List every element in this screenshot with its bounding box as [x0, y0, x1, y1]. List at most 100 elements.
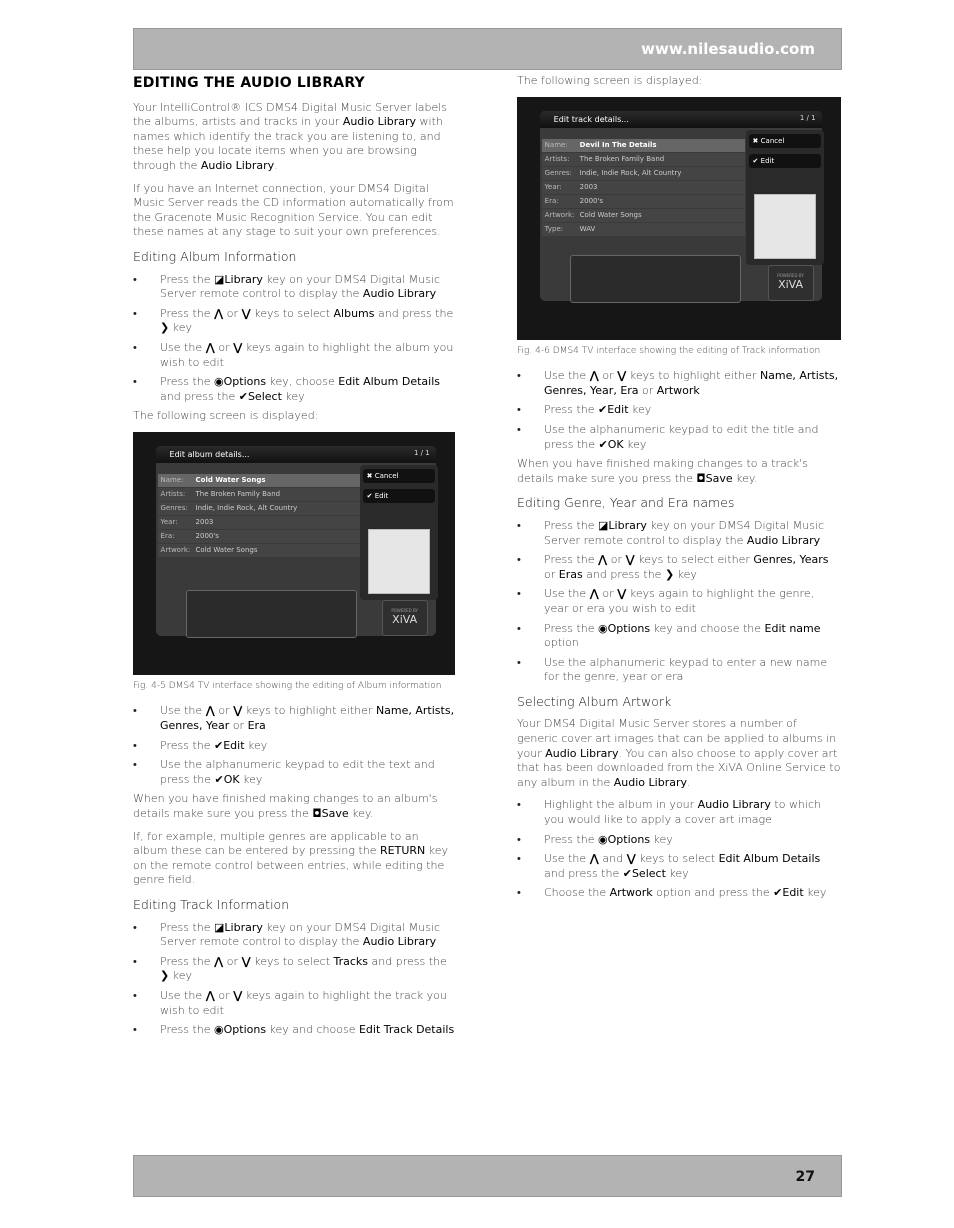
key-term: Edit Track Details	[358, 1023, 455, 1037]
text: option and press the	[652, 886, 774, 900]
key-term: Audio Library	[613, 775, 687, 789]
key-term: Audio Library	[746, 533, 821, 547]
cancel-button: ✖ Cancel	[748, 134, 821, 149]
check-icon: ✔	[773, 886, 783, 900]
key-term: Library	[608, 518, 647, 532]
dialog-title: Edit track details...	[539, 111, 822, 129]
text: key.	[732, 471, 758, 485]
key-term: Albums	[333, 306, 375, 320]
key-term: Options	[223, 375, 267, 389]
field-row: Year: 2003	[541, 181, 745, 195]
check-icon: ✔	[598, 403, 608, 417]
field-row: Era: 2000's	[157, 530, 361, 544]
field-value: 2003	[579, 183, 598, 192]
text: Press the	[544, 553, 598, 567]
field-value: Cold Water Songs	[195, 476, 266, 485]
text: Press the	[160, 920, 214, 934]
text: Use the	[544, 587, 590, 601]
text: and press the	[544, 866, 623, 880]
text: Use the alphanumeric keypad to edit the …	[160, 758, 435, 786]
key-term: Options	[607, 832, 651, 846]
field-label: Artists:	[160, 490, 186, 499]
bullet-item: Use the ⋀ and ⋁ keys to select Edit Albu…	[517, 852, 841, 881]
bullet-item: Use the ⋀ or ⋁ keys again to highlight t…	[517, 587, 841, 616]
text: or	[214, 988, 234, 1002]
paragraph: When you have finished making changes to…	[133, 792, 455, 821]
key-term: Select	[247, 389, 282, 403]
field-value: Indie, Indie Rock, Alt Country	[195, 504, 298, 513]
action-panel: ✖ Cancel ✔ Edit	[359, 465, 438, 601]
field-row: Artists: The Broken Family Band	[541, 153, 745, 167]
field-value: WAV	[579, 225, 596, 234]
text: key	[623, 437, 647, 451]
library-key-icon: ◪	[598, 518, 609, 532]
right-arrow-icon: ❯	[664, 567, 675, 581]
check-icon: ✔	[214, 738, 224, 752]
edit-button: ✔ Edit	[748, 154, 821, 169]
key-term: Options	[607, 621, 651, 635]
down-arrow-icon: ⋁	[626, 852, 636, 866]
key-term: OK	[223, 772, 240, 786]
paragraph: If you have an Internet connection, your…	[133, 182, 455, 240]
field-label: Artists:	[544, 155, 570, 164]
save-icon: ◘	[312, 807, 322, 821]
paragraph: Your DMS4 Digital Music Server stores a …	[517, 717, 841, 790]
figure-caption: Fig. 4-6 DMS4 TV interface showing the e…	[517, 344, 841, 359]
bullet-item: Use the alphanumeric keypad to edit the …	[517, 423, 841, 452]
text: keys to select either	[634, 553, 754, 567]
key-term: Edit	[223, 738, 245, 752]
cancel-label: Cancel	[374, 472, 399, 481]
text: When you have finished making changes to…	[517, 457, 808, 485]
text: keys to select	[635, 852, 719, 866]
key-term: Tracks	[333, 954, 369, 968]
text: or	[638, 383, 657, 397]
options-icon: ◉	[214, 1023, 224, 1037]
field-value: Indie, Indie Rock, Alt Country	[579, 169, 682, 178]
text: Press the	[160, 272, 214, 286]
text: option	[544, 636, 579, 650]
check-icon: ✔	[622, 866, 632, 880]
down-arrow-icon: ⋁	[625, 553, 635, 567]
key-term: Options	[223, 1023, 267, 1037]
tv-screenshot-album: Edit album details... 1 / 1 Name: Cold Wate…	[133, 431, 455, 675]
bullet-item: Use the alphanumeric keypad to edit the …	[133, 758, 455, 787]
key-term: Edit	[782, 886, 804, 900]
field-label: Year:	[544, 183, 562, 192]
up-arrow-icon: ⋀	[205, 340, 215, 354]
check-icon: ✔	[214, 772, 224, 786]
edit-label: Edit	[374, 492, 389, 501]
text: key	[169, 321, 192, 335]
text: Use the alphanumeric keypad to enter a n…	[544, 655, 828, 684]
field-label: Year:	[160, 518, 178, 527]
text: key	[169, 969, 192, 983]
key-term: Library	[224, 920, 263, 934]
bullet-item: Press the ◉Options key, choose Edit Albu…	[133, 375, 455, 404]
up-arrow-icon: ⋀	[205, 704, 215, 718]
info-box	[185, 590, 357, 639]
bullet-item: Use the ⋀ or ⋁ keys again to highlight t…	[133, 989, 455, 1018]
powered-by: POWERED BY	[777, 273, 804, 279]
text: Use the	[160, 704, 206, 718]
key-term: OK	[607, 437, 624, 451]
text: or	[229, 719, 248, 733]
dialog-panel: Edit track details... 1 / 1 Name: Devil In …	[539, 111, 824, 304]
text: Editing Album Information	[133, 248, 297, 264]
bullet-item: Press the ✔Edit key	[133, 739, 455, 754]
check-icon: ✔	[598, 437, 608, 451]
text: key	[665, 866, 689, 880]
text: When you have finished making changes to…	[133, 792, 438, 821]
field-label: Era:	[544, 197, 559, 206]
key-term: Edit Album Details	[338, 375, 440, 389]
text: Use the	[160, 340, 206, 354]
text: or	[223, 954, 242, 968]
text: or	[598, 587, 618, 601]
section-heading: EDITING THE AUDIO LIBRARY	[133, 76, 455, 91]
bullet-item: Use the alphanumeric keypad to enter a n…	[517, 656, 841, 685]
bullet-item: Press the ⋀ or ⋁ keys to select Tracks a…	[133, 955, 455, 984]
field-value: 2000's	[195, 532, 219, 541]
text: Press the	[544, 518, 598, 532]
key-term: Audio Library	[545, 746, 619, 760]
info-box	[569, 255, 741, 304]
bullet-item: Press the ◉Options key and choose the Ed…	[517, 622, 841, 651]
key-term: Artwork	[656, 383, 700, 397]
